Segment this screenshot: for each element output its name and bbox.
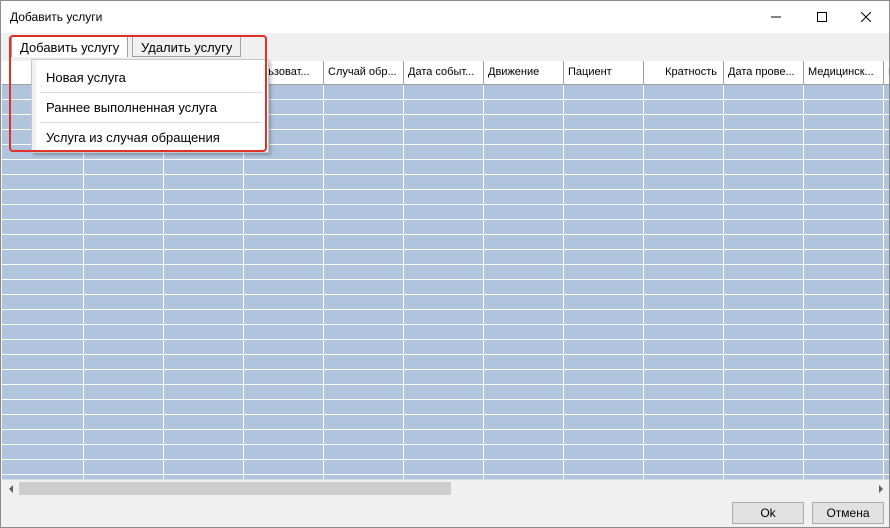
- table-row[interactable]: [2, 175, 889, 190]
- table-row[interactable]: [2, 355, 889, 370]
- table-row[interactable]: [2, 190, 889, 205]
- close-button[interactable]: [843, 1, 889, 33]
- dialog-window: Добавить услуги Добавить услугу Удалить …: [0, 0, 890, 528]
- title-bar: Добавить услуги: [1, 1, 889, 33]
- table-row[interactable]: [2, 295, 889, 310]
- table-row[interactable]: [2, 415, 889, 430]
- dropdown-item-service-from-case[interactable]: Услуга из случая обращения: [36, 123, 266, 152]
- menu-add-service[interactable]: Добавить услугу: [11, 36, 129, 57]
- table-row[interactable]: [2, 280, 889, 295]
- table-row[interactable]: [2, 160, 889, 175]
- menu-bar: Добавить услугу Удалить услугу: [1, 34, 889, 59]
- table-row[interactable]: [2, 220, 889, 235]
- table-row[interactable]: [2, 445, 889, 460]
- ok-button[interactable]: Ok: [732, 502, 804, 524]
- horizontal-scrollbar[interactable]: [2, 479, 889, 497]
- column-header-multiplicity[interactable]: Кратность: [644, 61, 724, 84]
- column-header-more[interactable]: Н: [884, 61, 889, 84]
- cancel-button[interactable]: Отмена: [812, 502, 884, 524]
- grid-column-line: [643, 85, 644, 479]
- table-row[interactable]: [2, 400, 889, 415]
- grid-column-line: [563, 85, 564, 479]
- table-row[interactable]: [2, 460, 889, 475]
- scroll-left-button[interactable]: [2, 480, 19, 497]
- grid-column-line: [483, 85, 484, 479]
- table-row[interactable]: [2, 325, 889, 340]
- scroll-right-button[interactable]: [872, 480, 889, 497]
- table-row[interactable]: [2, 265, 889, 280]
- dropdown-item-new-service[interactable]: Новая услуга: [36, 63, 266, 92]
- table-row[interactable]: [2, 340, 889, 355]
- scroll-left-icon: [8, 484, 13, 493]
- grid-column-line: [723, 85, 724, 479]
- column-header-event-date[interactable]: Дата событ...: [404, 61, 484, 84]
- minimize-icon: [771, 16, 781, 18]
- scroll-right-icon: [878, 484, 883, 493]
- grid-column-line: [803, 85, 804, 479]
- close-icon: [861, 12, 871, 22]
- column-header-date-held[interactable]: Дата прове...: [724, 61, 804, 84]
- table-row[interactable]: [2, 205, 889, 220]
- menu-remove-service[interactable]: Удалить услугу: [132, 36, 242, 57]
- grid-column-line: [403, 85, 404, 479]
- grid-column-line: [883, 85, 884, 479]
- column-header-patient[interactable]: Пациент: [564, 61, 644, 84]
- table-row[interactable]: [2, 430, 889, 445]
- column-header-case[interactable]: Случай обр...: [324, 61, 404, 84]
- column-header-medical[interactable]: Медицинск...: [804, 61, 884, 84]
- table-row[interactable]: [2, 310, 889, 325]
- scrollbar-thumb[interactable]: [19, 482, 451, 495]
- add-service-dropdown: Новая услуга Раннее выполненная услуга У…: [31, 59, 269, 153]
- minimize-button[interactable]: [753, 1, 799, 33]
- grid-column-line: [323, 85, 324, 479]
- table-row[interactable]: [2, 250, 889, 265]
- dropdown-item-earlier-service[interactable]: Раннее выполненная услуга: [36, 93, 266, 122]
- maximize-icon: [817, 12, 827, 22]
- column-header-movement[interactable]: Движение: [484, 61, 564, 84]
- table-row[interactable]: [2, 385, 889, 400]
- table-row[interactable]: [2, 235, 889, 250]
- table-row[interactable]: [2, 370, 889, 385]
- maximize-button[interactable]: [799, 1, 845, 33]
- window-title: Добавить услуги: [10, 10, 103, 24]
